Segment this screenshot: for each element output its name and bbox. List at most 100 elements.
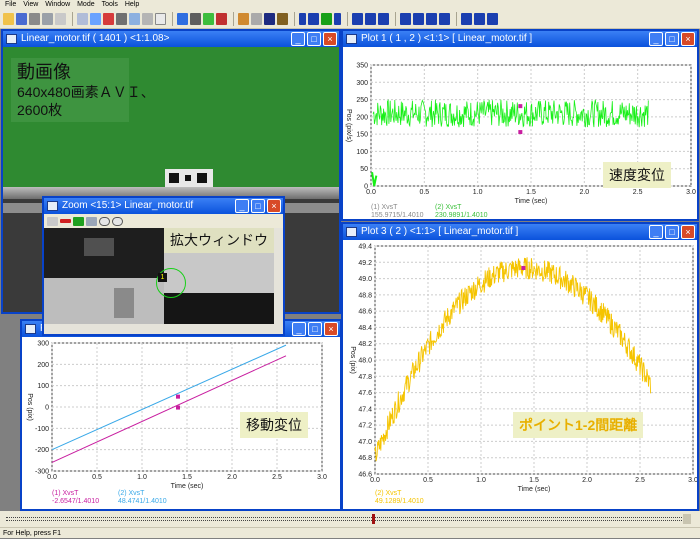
maximize-button[interactable]: □ — [665, 225, 679, 239]
save-all-icon[interactable] — [29, 12, 40, 25]
grid-icon[interactable] — [86, 216, 97, 226]
play-icon[interactable] — [321, 12, 332, 25]
horizontal-scrollbar[interactable] — [44, 324, 283, 334]
step-back-icon[interactable] — [413, 12, 424, 25]
close-button[interactable]: × — [681, 32, 695, 46]
toolbar-separator — [294, 11, 295, 26]
help-icon[interactable] — [264, 12, 275, 25]
last-icon[interactable] — [487, 12, 498, 25]
plot2-area[interactable]: 0.0 0.5 1.0 1.5 2.0 2.5 3.0 -300 -200 -100 0 100 200… — [22, 337, 340, 509]
menu-file[interactable]: File — [5, 0, 16, 9]
plot2-window[interactable]: Pl _ □ × 0.00.51.01.52.02.53.0-300-200-1… — [20, 319, 342, 511]
menu-window[interactable]: Window — [45, 0, 70, 9]
timeline-thumb[interactable] — [372, 514, 375, 524]
chart-icon[interactable] — [203, 12, 214, 25]
y-tick-label: 200 — [37, 362, 49, 369]
close-button[interactable]: × — [267, 199, 281, 213]
zoom-view[interactable]: 1 拡大ウィンドウ — [44, 228, 274, 324]
print-icon[interactable] — [55, 12, 66, 25]
legend-2-value: 48.4741/1.4010 — [118, 498, 167, 505]
save-icon[interactable] — [16, 12, 27, 25]
minimize-button[interactable]: _ — [235, 199, 249, 213]
clear-icon[interactable] — [47, 216, 58, 226]
minimize-button[interactable]: _ — [291, 32, 305, 46]
y-tick-label: 49.0 — [358, 276, 372, 283]
record-icon[interactable] — [216, 12, 227, 25]
zoom-window[interactable]: Zoom <15:1> Linear_motor.tif _ □ × 1 拡大ウ… — [42, 196, 285, 336]
step-forward-icon[interactable] — [426, 12, 437, 25]
film-icon[interactable] — [129, 12, 140, 25]
y-tick-label: 250 — [356, 97, 368, 104]
toolbar-separator — [172, 11, 173, 26]
maximize-button[interactable]: □ — [251, 199, 265, 213]
menu-help[interactable]: Help — [125, 0, 139, 9]
timeline-track — [6, 517, 684, 521]
zoom-icon[interactable] — [155, 12, 166, 25]
menu-view[interactable]: View — [23, 0, 38, 9]
play-back-icon[interactable] — [299, 12, 306, 25]
rewind-icon[interactable] — [400, 12, 411, 25]
plot3-window[interactable]: Plot 3 ( 2 ) <1:1> [ Linear_motor.tif ] … — [341, 222, 699, 511]
tool-icon[interactable] — [116, 12, 127, 25]
zoom-in-icon[interactable] — [112, 216, 123, 226]
plot1-note: 速度変位 — [603, 162, 671, 188]
paste-icon[interactable] — [90, 12, 101, 25]
measure-icon[interactable] — [142, 12, 153, 25]
x-tick-label: 1.0 — [476, 477, 486, 484]
move-icon[interactable] — [73, 216, 84, 226]
prev-icon[interactable] — [461, 12, 472, 25]
window-icon[interactable] — [177, 12, 188, 25]
stop-icon[interactable] — [308, 12, 319, 25]
cut-icon[interactable] — [103, 12, 114, 25]
filter-icon[interactable] — [251, 12, 262, 25]
vertical-scrollbar[interactable] — [274, 228, 283, 324]
down-icon[interactable] — [352, 12, 363, 25]
magnifier-icon — [47, 201, 58, 211]
data-marker — [521, 265, 526, 270]
copy-icon[interactable] — [77, 12, 88, 25]
next-icon[interactable] — [474, 12, 485, 25]
timeline-end — [683, 514, 691, 524]
open-icon[interactable] — [3, 12, 14, 25]
minimize-button[interactable]: _ — [649, 225, 663, 239]
chart-icon — [346, 227, 357, 237]
minimize-button[interactable]: _ — [649, 32, 663, 46]
disk-icon[interactable] — [42, 12, 53, 25]
video-window-titlebar[interactable]: Linear_motor.tif ( 1401 ) <1:1.08> — [3, 31, 339, 47]
close-button[interactable]: × — [324, 322, 338, 336]
minimize-button[interactable]: _ — [292, 322, 306, 336]
data-marker — [518, 130, 523, 135]
y-tick-label: 47.8 — [358, 374, 372, 381]
plot3-titlebar[interactable]: Plot 3 ( 2 ) <1:1> [ Linear_motor.tif ] — [343, 224, 697, 240]
sort-icon[interactable] — [365, 12, 376, 25]
maximize-button[interactable]: □ — [665, 32, 679, 46]
maximize-button[interactable]: □ — [308, 322, 322, 336]
menu-mode[interactable]: Mode — [77, 0, 95, 9]
toolbar-separator — [72, 11, 73, 26]
wand-icon[interactable] — [277, 12, 288, 25]
x-tick-label: 2.0 — [227, 474, 237, 481]
plot1-window[interactable]: Plot 1 ( 1 , 2 ) <1:1> [ Linear_motor.ti… — [341, 29, 699, 221]
maximize-button[interactable]: □ — [307, 32, 321, 46]
forward-icon[interactable] — [439, 12, 450, 25]
up-icon[interactable] — [378, 12, 389, 25]
close-button[interactable]: × — [681, 225, 695, 239]
settings-icon[interactable] — [190, 12, 201, 25]
pin-icon[interactable] — [238, 12, 249, 25]
frame-end-icon[interactable] — [334, 12, 341, 25]
zoom-toolbar — [44, 214, 283, 228]
close-button[interactable]: × — [323, 32, 337, 46]
plot1-titlebar[interactable]: Plot 1 ( 1 , 2 ) <1:1> [ Linear_motor.ti… — [343, 31, 697, 47]
menu-tools[interactable]: Tools — [102, 0, 118, 9]
zoom-out-icon[interactable] — [99, 216, 110, 226]
timeline[interactable] — [0, 511, 700, 527]
line-icon[interactable] — [60, 219, 71, 223]
y-axis-label: Pos (pix/s) — [345, 109, 352, 142]
y-tick-label: 48.4 — [358, 325, 372, 332]
video-note-line3: 2600枚 — [17, 102, 63, 118]
plot1-area[interactable]: 0.0 0.5 1.0 1.5 2.0 2.5 3.0 0 50 100 150 200 250 300 3… — [343, 47, 697, 219]
plot3-area[interactable]: 0.0 0.5 1.0 1.5 2.0 2.5 3.0 46.6 46.8 47.0 47.2 47.… — [343, 240, 697, 509]
y-tick-label: 47.0 — [358, 439, 372, 446]
y-tick-label: 48.6 — [358, 309, 372, 316]
toolbar-separator — [233, 11, 234, 26]
